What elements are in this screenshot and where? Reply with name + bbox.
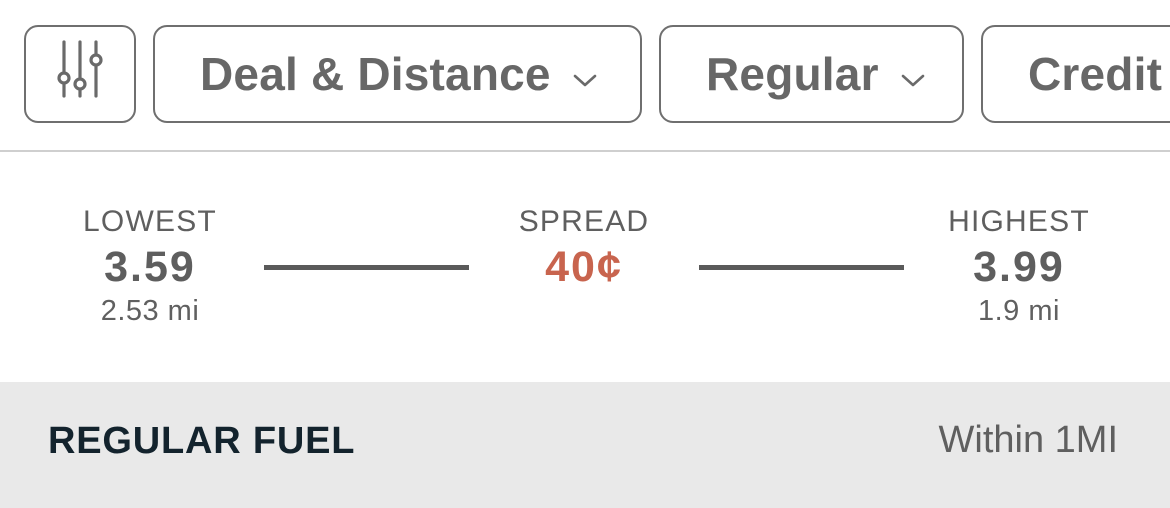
spread-label: SPREAD bbox=[518, 205, 650, 238]
range-connector-line bbox=[699, 265, 904, 270]
highest-price-stat[interactable]: HIGHEST 3.99 1.9 mi bbox=[889, 204, 1149, 328]
price-range-summary: LOWEST 3.59 2.53 mi SPREAD 40¢ HIGHEST 3… bbox=[0, 152, 1170, 382]
fuel-type-dropdown[interactable]: Regular bbox=[659, 25, 964, 123]
highest-price: 3.99 bbox=[973, 243, 1065, 291]
fuel-type-label: Regular bbox=[706, 48, 879, 100]
lowest-distance: 2.53 mi bbox=[100, 295, 200, 327]
payment-type-label: Credit bbox=[1028, 48, 1163, 100]
payment-type-dropdown[interactable]: Credit bbox=[981, 25, 1170, 123]
deal-distance-dropdown[interactable]: Deal & Distance bbox=[153, 25, 642, 123]
search-radius-label: Within 1MI bbox=[938, 419, 1118, 461]
lowest-label: LOWEST bbox=[83, 205, 217, 238]
chevron-down-icon bbox=[573, 45, 597, 99]
chevron-down-icon bbox=[901, 45, 925, 99]
spread-stat: SPREAD 40¢ bbox=[454, 204, 714, 292]
deal-distance-label: Deal & Distance bbox=[200, 48, 551, 100]
highest-label: HIGHEST bbox=[948, 205, 1090, 238]
filter-bar: Deal & Distance Regular Credit bbox=[0, 0, 1170, 150]
lowest-price: 3.59 bbox=[104, 243, 196, 291]
section-title: REGULAR FUEL bbox=[48, 420, 356, 462]
spread-value: 40¢ bbox=[545, 243, 623, 291]
sliders-icon bbox=[55, 38, 105, 111]
filter-settings-button[interactable] bbox=[24, 25, 136, 123]
range-connector-line bbox=[264, 265, 469, 270]
section-header: REGULAR FUEL Within 1MI bbox=[0, 382, 1170, 508]
highest-distance: 1.9 mi bbox=[978, 295, 1060, 327]
lowest-price-stat[interactable]: LOWEST 3.59 2.53 mi bbox=[20, 204, 280, 328]
